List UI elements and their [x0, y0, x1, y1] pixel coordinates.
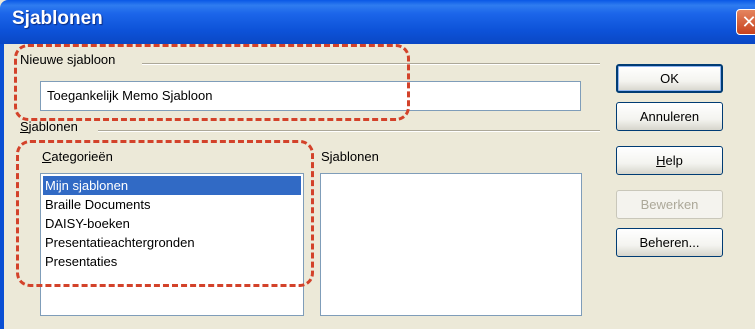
categories-label: Categorieën	[42, 149, 113, 164]
title-bar: Sjablonen ✕	[0, 0, 755, 44]
close-icon[interactable]: ✕	[736, 9, 755, 35]
category-item[interactable]: Presentaties	[43, 252, 301, 271]
manage-button[interactable]: Beheren...	[616, 228, 723, 257]
category-item[interactable]: DAISY-boeken	[43, 214, 301, 233]
ok-button[interactable]: OK	[616, 64, 723, 93]
new-template-group-label: Nieuwe sjabloon	[20, 52, 116, 67]
categories-list[interactable]: Mijn sjablonen Braille Documents DAISY-b…	[40, 173, 304, 316]
window-frame-left	[0, 44, 4, 329]
category-item[interactable]: Mijn sjablonen	[43, 176, 301, 195]
new-template-group-line	[142, 63, 600, 65]
cancel-button[interactable]: Annuleren	[616, 102, 723, 131]
window-title: Sjablonen	[12, 8, 103, 29]
help-button[interactable]: Help	[616, 146, 723, 175]
templates-list-label: Sjablonen	[321, 149, 379, 164]
templates-list[interactable]	[320, 173, 582, 316]
template-name-field[interactable]: Toegankelijk Memo Sjabloon	[40, 81, 581, 111]
category-item[interactable]: Presentatieachtergronden	[43, 233, 301, 252]
templates-group-line	[98, 130, 600, 132]
edit-button: Bewerken	[616, 190, 723, 219]
templates-group-label: Sjablonen	[20, 119, 78, 134]
category-item[interactable]: Braille Documents	[43, 195, 301, 214]
